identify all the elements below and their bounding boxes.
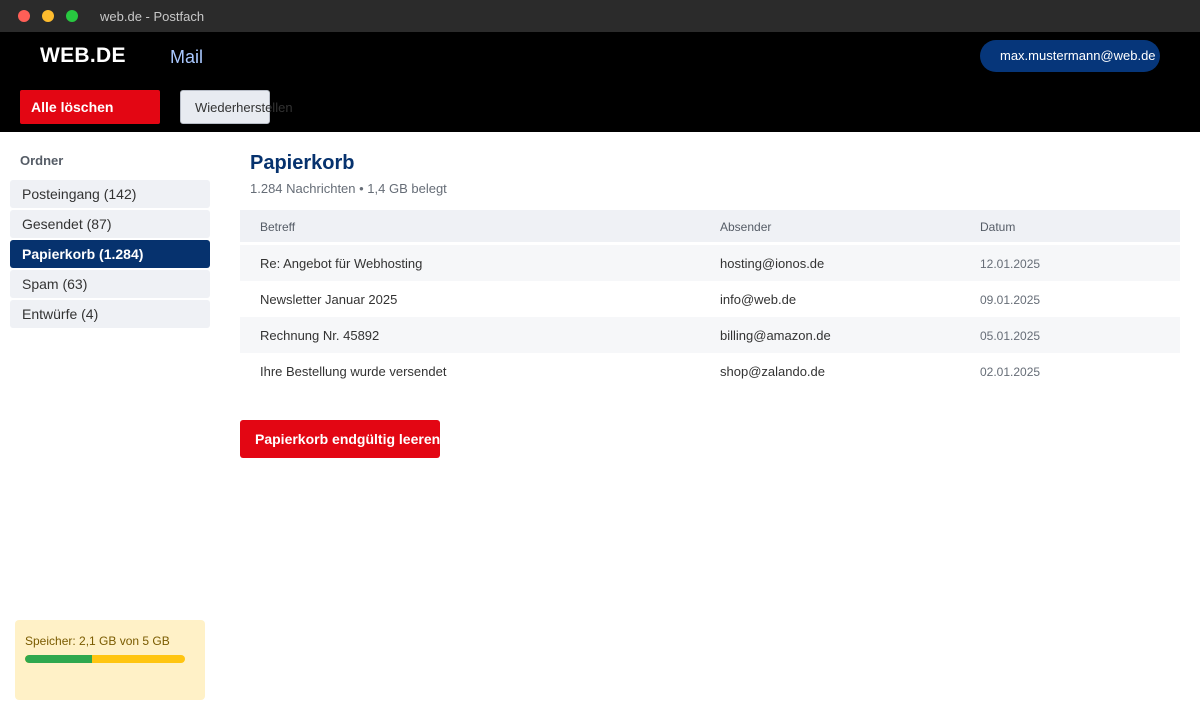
row-date: 05.01.2025 — [980, 329, 1041, 343]
storage-progress-bar — [25, 655, 185, 663]
column-header-subject[interactable]: Betreff — [260, 220, 295, 234]
row-subject: Ihre Bestellung wurde versendet — [260, 364, 447, 379]
user-account-button[interactable]: max.mustermann@web.de — [980, 40, 1160, 72]
page-subtitle: 1.284 Nachrichten • 1,4 GB belegt — [250, 181, 447, 196]
row-subject: Rechnung Nr. 45892 — [260, 328, 380, 343]
main-content: Papierkorb 1.284 Nachrichten • 1,4 GB be… — [240, 132, 1180, 720]
nav-mail-link[interactable]: Mail — [170, 47, 203, 68]
row-subject: Re: Angebot für Webhosting — [260, 256, 423, 271]
row-sender: billing@amazon.de — [720, 328, 831, 343]
page-title: Papierkorb — [250, 152, 355, 174]
sidebar-item-trash[interactable]: Papierkorb (1.284) — [10, 240, 210, 268]
row-date: 09.01.2025 — [980, 293, 1041, 307]
table-row[interactable]: Re: Angebot für Webhosting hosting@ionos… — [240, 245, 1180, 281]
column-header-date[interactable]: Datum — [980, 220, 1015, 234]
row-sender: info@web.de — [720, 292, 797, 307]
row-date: 12.01.2025 — [980, 257, 1041, 271]
maximize-window-icon[interactable] — [66, 10, 78, 22]
sidebar-item-inbox[interactable]: Posteingang (142) — [10, 180, 210, 208]
table-row[interactable]: Ihre Bestellung wurde versendet shop@zal… — [240, 353, 1180, 389]
empty-trash-button[interactable]: Papierkorb endgültig leeren — [240, 420, 440, 458]
window-titlebar: web.de - Postfach — [0, 0, 1200, 32]
close-window-icon[interactable] — [18, 10, 30, 22]
storage-progress-fill — [25, 655, 93, 663]
sidebar-item-drafts[interactable]: Entwürfe (4) — [10, 300, 210, 328]
storage-label: Speicher: 2,1 GB von 5 GB — [25, 634, 170, 648]
webde-logo[interactable]: WEB.DE — [40, 44, 126, 68]
table-row[interactable]: Newsletter Januar 2025 info@web.de 09.01… — [240, 281, 1180, 317]
row-sender: shop@zalando.de — [720, 364, 825, 379]
app-header: WEB.DE Mail max.mustermann@web.de Alle l… — [0, 32, 1200, 132]
sidebar-item-spam[interactable]: Spam (63) — [10, 270, 210, 298]
minimize-window-icon[interactable] — [42, 10, 54, 22]
delete-all-button[interactable]: Alle löschen — [20, 90, 160, 124]
restore-button[interactable]: Wiederherstellen — [180, 90, 293, 124]
column-header-sender[interactable]: Absender — [720, 220, 771, 234]
window-title: web.de - Postfach — [100, 9, 205, 24]
row-sender: hosting@ionos.de — [720, 256, 825, 271]
row-date: 02.01.2025 — [980, 365, 1041, 379]
folder-sidebar: Ordner Posteingang (142) Gesendet (87) P… — [0, 132, 220, 720]
sidebar-item-sent[interactable]: Gesendet (87) — [10, 210, 210, 238]
row-subject: Newsletter Januar 2025 — [260, 292, 398, 307]
table-header: Betreff Absender Datum — [240, 210, 1180, 242]
storage-panel: Speicher: 2,1 GB von 5 GB — [15, 620, 205, 700]
table-row[interactable]: Rechnung Nr. 45892 billing@amazon.de 05.… — [240, 317, 1180, 353]
sidebar-heading: Ordner — [20, 153, 64, 168]
